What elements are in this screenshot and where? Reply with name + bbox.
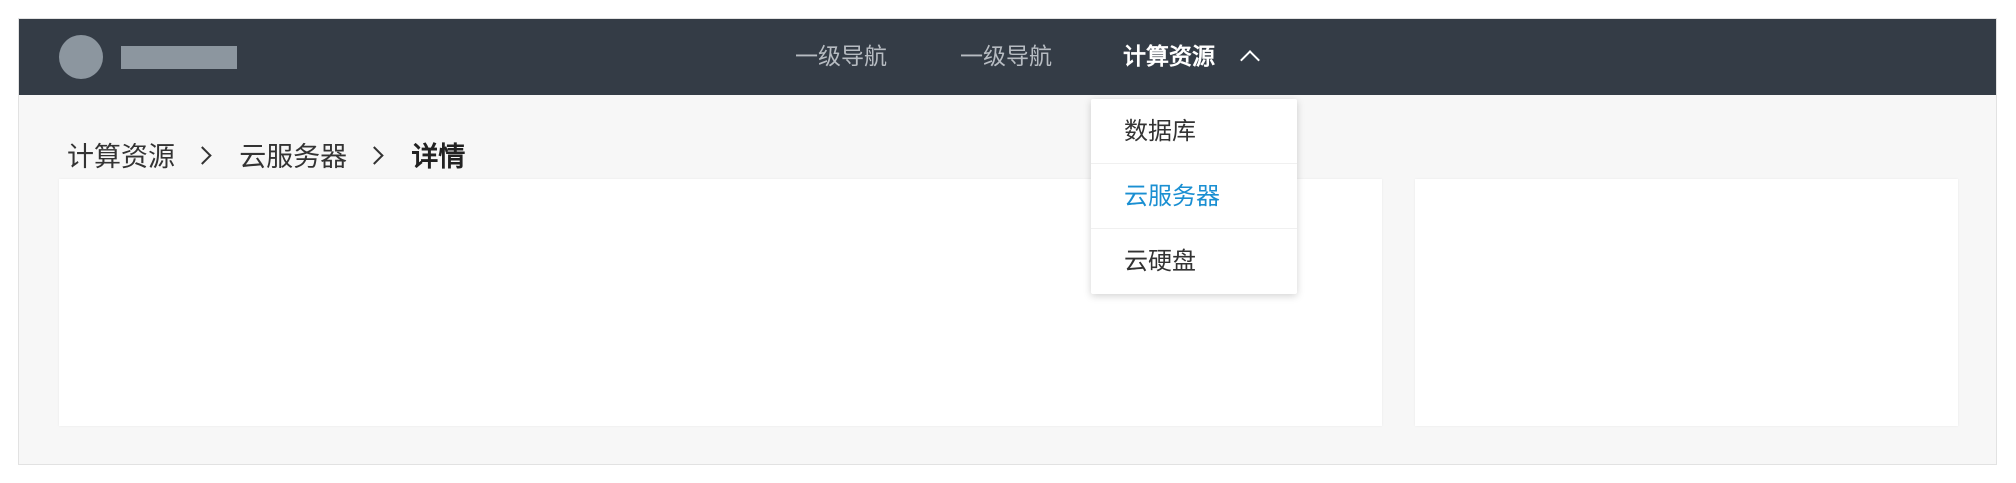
nav-item-label: 计算资源 [1123,44,1215,70]
chevron-up-icon [1240,50,1260,70]
breadcrumb-item-cloud-server[interactable]: 云服务器 [239,138,347,178]
dropdown-item-cloud-server[interactable]: 云服务器 [1091,164,1297,229]
app-frame: 一级导航 一级导航 计算资源 计算资源 云服务器 详情 数据库 云服务器 云硬盘 [18,18,1997,465]
nav-item-2[interactable]: 一级导航 [960,19,1052,95]
nav-item-compute-resources[interactable]: 计算资源 [1123,19,1260,95]
side-content-card [1415,179,1958,426]
logo-placeholder-icon[interactable] [59,35,103,79]
nav-item-label: 一级导航 [960,44,1052,70]
breadcrumb-item-compute-resources[interactable]: 计算资源 [67,138,175,178]
compute-resources-dropdown-menu: 数据库 云服务器 云硬盘 [1091,99,1297,294]
dropdown-item-cloud-disk[interactable]: 云硬盘 [1091,229,1297,294]
chevron-right-icon [365,146,384,165]
nav-item-1[interactable]: 一级导航 [795,19,887,95]
chevron-right-icon [192,146,212,165]
dropdown-item-database[interactable]: 数据库 [1091,99,1297,164]
breadcrumb-current-details: 详情 [411,141,466,173]
breadcrumb: 计算资源 云服务器 详情 [67,137,465,178]
nav-item-label: 一级导航 [795,44,887,70]
top-navigation-bar: 一级导航 一级导航 计算资源 [19,19,1996,95]
brand-name-placeholder [121,46,237,69]
